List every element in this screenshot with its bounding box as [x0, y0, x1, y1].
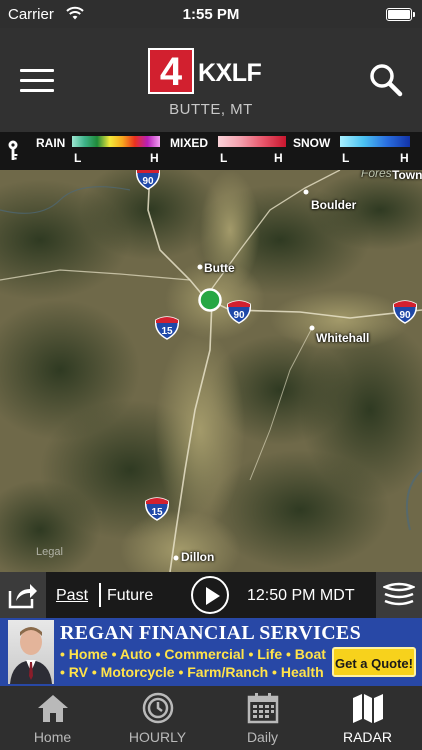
- svg-text:90: 90: [142, 176, 154, 187]
- interstate-shield-icon: 90: [392, 300, 418, 324]
- town-boulder: Boulder: [311, 198, 357, 212]
- home-icon: [38, 695, 68, 722]
- snow-color-ramp: [340, 136, 410, 147]
- tab-home[interactable]: Home: [0, 686, 105, 750]
- tab-hourly-label: HOURLY: [128, 729, 187, 745]
- battery-icon: [386, 8, 415, 21]
- svg-text:15: 15: [161, 326, 173, 337]
- tab-radar-label: RADAR: [342, 729, 392, 745]
- hamburger-menu-icon[interactable]: [20, 69, 54, 93]
- mixed-color-ramp: [218, 136, 286, 147]
- tab-radar[interactable]: RADAR: [315, 686, 420, 750]
- toggle-divider: [99, 583, 101, 607]
- future-toggle[interactable]: Future: [107, 587, 153, 605]
- logo-call-sign: KXLF: [198, 59, 262, 87]
- rain-color-ramp: [72, 136, 160, 147]
- radar-map[interactable]: Town Fores Boulder Butte Whitehall Dillo…: [0, 170, 422, 572]
- town-whitehall: Whitehall: [316, 331, 370, 345]
- svg-text:90: 90: [399, 310, 411, 321]
- station-logo: 4 KXLF: [148, 48, 272, 94]
- town-dillon: Dillon: [181, 550, 215, 564]
- tab-home-label: Home: [33, 729, 72, 745]
- snow-low-label: L: [342, 151, 350, 165]
- layers-button[interactable]: [376, 572, 422, 618]
- radar-legend: RAIN L H MIXED L H SNOW L H: [0, 132, 422, 170]
- play-button[interactable]: [191, 576, 229, 614]
- interstate-shield-icon: 90: [135, 170, 161, 190]
- interstate-shield-icon: 90: [226, 300, 252, 324]
- ad-line-2: • RV • Motorcycle • Farm/Ranch • Health: [60, 664, 324, 680]
- snow-high-label: H: [400, 151, 409, 165]
- logo-channel-number: 4: [148, 48, 194, 94]
- layers-icon: [383, 582, 415, 606]
- legend-rain-label: RAIN: [36, 136, 66, 150]
- share-icon: [8, 584, 37, 609]
- key-icon[interactable]: [6, 140, 20, 162]
- advertiser-photo: [8, 620, 54, 684]
- forest-label-partial: Fores: [361, 170, 392, 180]
- rain-low-label: L: [74, 151, 82, 165]
- status-bar: Carrier 1:55 PM: [0, 0, 422, 28]
- interstate-shield-icon: 15: [154, 316, 180, 340]
- past-toggle[interactable]: Past: [56, 587, 88, 605]
- location-label[interactable]: BUTTE, MT: [0, 101, 422, 118]
- radar-playback-bar: Past Future 12:50 PM MDT: [0, 572, 422, 618]
- app-header: 4 KXLF BUTTE, MT: [0, 28, 422, 132]
- radar-timestamp: 12:50 PM MDT: [247, 587, 355, 604]
- ad-banner[interactable]: REGAN FINANCIAL SERVICES • Home • Auto •…: [0, 618, 422, 686]
- ad-title: REGAN FINANCIAL SERVICES: [60, 622, 361, 644]
- town-label-partial: Town: [392, 170, 422, 182]
- calendar-icon: [247, 693, 279, 724]
- ad-line-1: • Home • Auto • Commercial • Life • Boat: [60, 646, 326, 662]
- tab-daily[interactable]: Daily: [210, 686, 315, 750]
- current-location-marker[interactable]: [198, 288, 222, 312]
- map-legal-link[interactable]: Legal: [36, 546, 63, 558]
- person-image: [10, 627, 52, 684]
- satellite-terrain: [0, 170, 422, 572]
- clock: 1:55 PM: [182, 6, 240, 23]
- map-icon: [353, 694, 383, 723]
- clock-icon: [142, 692, 174, 724]
- get-quote-button[interactable]: Get a Quote!: [332, 647, 416, 677]
- svg-text:90: 90: [233, 310, 245, 321]
- tab-daily-label: Daily: [246, 729, 279, 745]
- share-button[interactable]: [0, 572, 46, 618]
- tab-bar: Home HOURLY Daily RADAR: [0, 686, 422, 750]
- town-butte: Butte: [204, 261, 235, 275]
- mixed-low-label: L: [220, 151, 228, 165]
- interstate-shield-icon: 15: [144, 497, 170, 521]
- tab-hourly[interactable]: HOURLY: [105, 686, 210, 750]
- rain-high-label: H: [150, 151, 159, 165]
- search-icon[interactable]: [368, 62, 404, 98]
- svg-text:15: 15: [151, 507, 163, 518]
- legend-mixed-label: MIXED: [170, 136, 209, 150]
- mixed-high-label: H: [274, 151, 283, 165]
- legend-snow-label: SNOW: [293, 136, 331, 150]
- play-icon: [206, 587, 220, 605]
